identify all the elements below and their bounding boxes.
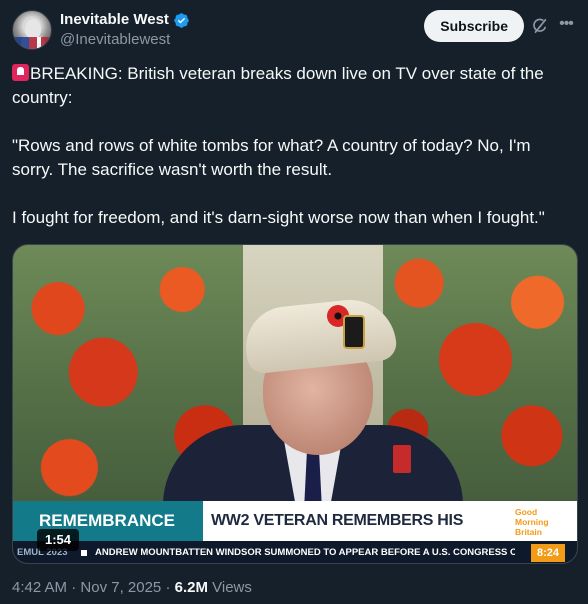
medal-icon [393, 445, 411, 473]
video-player[interactable]: REMEMBRANCE DAY WW2 VETERAN REMEMBERS HI… [12, 244, 578, 564]
grok-icon[interactable] [530, 16, 550, 36]
tweet-text-line1: BREAKING: British veteran breaks down li… [12, 64, 544, 107]
tweet-header: Inevitable West @Inevitablewest Subscrib… [12, 10, 576, 50]
tweet-text: BREAKING: British veteran breaks down li… [12, 62, 572, 230]
avatar-bust [25, 19, 41, 39]
subscribe-button[interactable]: Subscribe [424, 10, 524, 42]
news-ticker: EMUL 2023 ANDREW MOUNTBATTEN WINDSOR SUM… [13, 541, 577, 563]
lower-third-banner: REMEMBRANCE DAY WW2 VETERAN REMEMBERS HI… [13, 501, 577, 563]
gmb-logo-line2: Morning [515, 517, 549, 527]
gmb-logo-line1: Good [515, 507, 538, 517]
meta-separator: · [161, 579, 175, 596]
beret-badge-icon [343, 315, 365, 349]
veteran-figure [163, 275, 463, 555]
ticker-bullet-icon [81, 550, 87, 556]
gmb-logo: Good Morning Britain [515, 503, 565, 539]
verified-badge-icon [174, 12, 189, 28]
post-date[interactable]: Nov 7, 2025 [80, 579, 161, 596]
rotating-light-icon [12, 64, 29, 81]
meta-separator: · [67, 579, 81, 596]
author-display-name-row[interactable]: Inevitable West [60, 10, 190, 30]
author-display-name[interactable]: Inevitable West [60, 10, 169, 30]
author-handle[interactable]: @Inevitablewest [60, 30, 190, 50]
author-names: Inevitable West @Inevitablewest [60, 10, 190, 50]
veteran-beret [242, 295, 398, 375]
views-count: 6.2M [174, 579, 208, 596]
tweet-text-line2: "Rows and rows of white tombs for what? … [12, 136, 531, 179]
post-time[interactable]: 4:42 AM [12, 579, 67, 596]
ticker-text: ANDREW MOUNTBATTEN WINDSOR SUMMONED TO A… [95, 547, 515, 558]
avatar-flag [13, 37, 51, 49]
tweet-text-line3: I fought for freedom, and it's darn-sigh… [12, 208, 545, 227]
tweet-meta: 4:42 AM · Nov 7, 2025 · 6.2M Views [12, 578, 252, 598]
tweet: Inevitable West @Inevitablewest Subscrib… [0, 0, 588, 604]
avatar[interactable] [12, 10, 52, 50]
lower-third-right: WW2 VETERAN REMEMBERS HIS COMRADES [211, 512, 464, 563]
views-label: Views [207, 579, 252, 596]
ticker-time: 8:24 [530, 544, 565, 562]
more-icon[interactable]: ••• [556, 16, 576, 36]
video-duration-badge: 1:54 [37, 529, 80, 551]
gmb-logo-line3: Britain [515, 527, 542, 537]
